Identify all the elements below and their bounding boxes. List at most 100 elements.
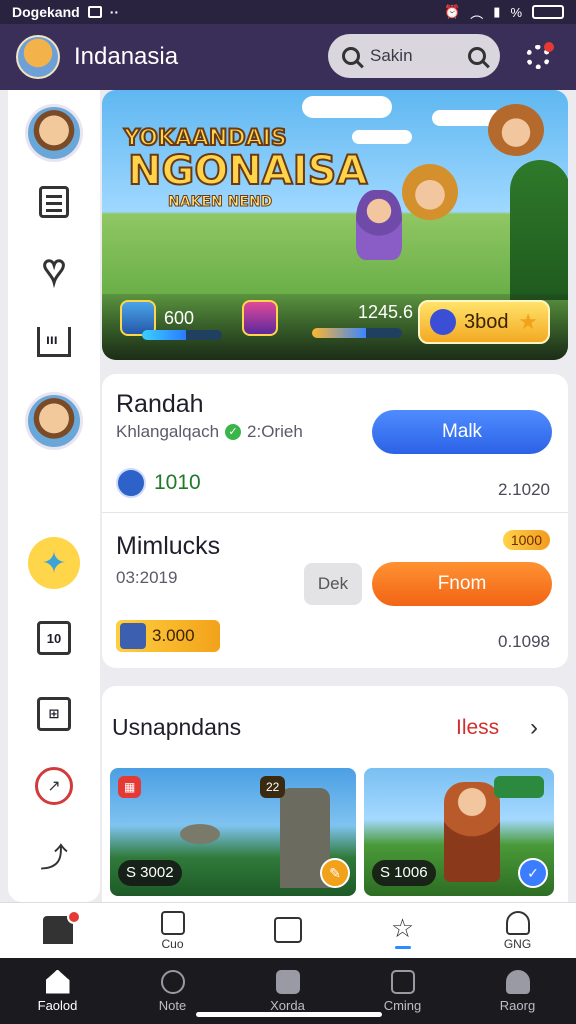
row2-title: Mimlucks <box>116 532 221 560</box>
hero-stat-left-value: 600 <box>164 307 195 328</box>
floating-island <box>180 824 220 844</box>
thumbnail-tag: 22 <box>260 776 286 798</box>
reward-icon <box>120 623 146 649</box>
app-logo[interactable] <box>16 35 60 79</box>
tab-profile[interactable]: Raorg <box>460 964 575 1018</box>
sidebar-item-store[interactable] <box>8 308 100 368</box>
hero-banner[interactable]: YOKAANDAIS NGONAISA NAKEN NEND 600 1245.… <box>102 90 568 360</box>
hero-action-button[interactable]: 3bod ★ <box>418 300 550 344</box>
sidebar-item-favorites[interactable]: ♥ <box>8 240 100 300</box>
search-submit-icon[interactable] <box>468 47 486 65</box>
row2-secondary-button[interactable]: Dek <box>304 563 362 605</box>
wifi-icon: ︵ <box>470 5 484 21</box>
row1-subtitle: Khlangalqach ✓ 2:Orieh <box>116 422 303 442</box>
tab-top-home[interactable] <box>0 903 115 959</box>
section-title: Usnapndans <box>112 714 242 740</box>
sidebar-item-share[interactable]: ⤴ <box>8 826 100 886</box>
game-thumbnail[interactable]: ▦ 22 S 3002 ✎ <box>110 768 356 896</box>
thumbnail-tag-icon: ▦ <box>118 776 142 798</box>
hero-character-right <box>402 164 458 220</box>
hero-stat-icon <box>242 300 278 336</box>
card-divider <box>102 512 568 513</box>
bonus-star-icon: ✦ <box>28 537 80 589</box>
thumbnail-action-icon[interactable]: ✎ <box>320 858 350 888</box>
check-icon[interactable]: ✓ <box>518 858 548 888</box>
carrier-label: Dogekand <box>12 4 80 20</box>
hero-progress-left-fill <box>142 330 186 340</box>
sidebar-item-grid[interactable]: ⊞ <box>8 684 100 744</box>
row2-right-value: 0.1098 <box>498 632 550 651</box>
notification-badge <box>66 910 81 924</box>
chevron-right-icon[interactable]: › <box>530 714 538 742</box>
battery-percent: % <box>510 4 522 20</box>
level-icon: 10 <box>37 621 71 655</box>
game-thumbnail[interactable]: S 1006 ✓ <box>364 768 554 896</box>
sidebar-item-bonus[interactable]: ✦ <box>8 528 100 598</box>
star-icon: ☆ <box>390 913 415 943</box>
heart-icon: ♥ <box>41 249 67 291</box>
recommendations-section: Usnapndans Iless › ▦ 22 S 3002 ✎ S 1006 … <box>102 686 568 902</box>
hero-stat-mid-value: 1245.6 <box>358 302 414 322</box>
tab-label: Faolod <box>37 997 78 1013</box>
row2-reward: 3.000 <box>116 620 220 652</box>
tab-note[interactable]: Note <box>115 964 230 1018</box>
alarm-icon: ⏰ <box>444 4 461 19</box>
share-icon: ⤴ <box>39 842 68 873</box>
tab-top-label: Cuo <box>161 937 184 951</box>
tab-label: Cming <box>383 997 422 1013</box>
home-icon <box>45 969 70 994</box>
offers-card: Randah Khlangalqach ✓ 2:Orieh Malk 1010 … <box>102 374 568 668</box>
row1-coins: 1010 <box>116 468 201 498</box>
sidebar-item-documents[interactable] <box>8 172 100 232</box>
sidebar-friend[interactable] <box>8 386 100 456</box>
sidebar: ♥ ✦ 10 ⊞ ↗ ⤴ <box>8 90 100 902</box>
tab-label: Note <box>158 997 187 1013</box>
square-icon <box>160 911 185 935</box>
list-icon <box>273 917 302 943</box>
bell-icon <box>505 911 530 935</box>
cloud <box>302 96 392 118</box>
friend-avatar <box>25 392 83 450</box>
tab-top-star[interactable]: ☆ <box>345 903 460 959</box>
star-icon: ★ <box>518 309 538 334</box>
box-icon <box>390 969 415 994</box>
row1-right-value: 2.1020 <box>498 480 550 499</box>
coin-icon <box>116 468 146 498</box>
potion-icon <box>242 300 278 336</box>
tab-top-square[interactable]: Cuo <box>115 903 230 959</box>
search-bar[interactable]: Sakin <box>328 34 500 78</box>
row1-title: Randah <box>116 390 204 418</box>
grid-icon: ⊞ <box>37 697 71 731</box>
battery-icon <box>532 5 564 19</box>
search-placeholder: Sakin <box>370 46 413 65</box>
home-indicator[interactable] <box>196 1012 382 1017</box>
sidebar-profile[interactable] <box>8 98 100 168</box>
notification-icon <box>87 6 102 18</box>
sidebar-item-level[interactable]: 10 <box>8 608 100 668</box>
row2-subtitle: 03:2019 <box>116 568 178 587</box>
thumbnail-price: S 3002 <box>118 860 182 886</box>
tab-label: Raorg <box>499 997 536 1013</box>
thumbnail-price: S 1006 <box>372 860 436 886</box>
section-badge[interactable]: Iless <box>456 716 499 740</box>
row1-primary-button[interactable]: Malk <box>372 410 552 454</box>
tab-home[interactable]: Faolod <box>0 964 115 1018</box>
row2-primary-button[interactable]: Fnom <box>372 562 552 606</box>
sidebar-item-stats[interactable]: ↗ <box>8 756 100 816</box>
bag-icon <box>275 969 300 994</box>
active-indicator <box>394 946 411 949</box>
hero-progress-left <box>142 330 222 340</box>
chat-icon <box>160 969 185 994</box>
tab-top-bell[interactable]: GNG <box>460 903 575 959</box>
tab-bar-top: Cuo ☆ GNG <box>0 902 576 958</box>
warrior-character <box>444 782 500 882</box>
notification-dot <box>544 42 554 52</box>
app-title: Indanasia <box>74 43 179 70</box>
row1-subtitle-text: Khlangalqach <box>116 422 220 441</box>
tab-label: Xorda <box>270 997 305 1013</box>
verified-check-icon: ✓ <box>225 424 242 440</box>
tab-cming[interactable]: Cming <box>345 964 460 1018</box>
hero-tree <box>510 160 568 300</box>
tab-top-list[interactable] <box>230 903 345 959</box>
tab-xorda[interactable]: Xorda <box>230 964 345 1018</box>
